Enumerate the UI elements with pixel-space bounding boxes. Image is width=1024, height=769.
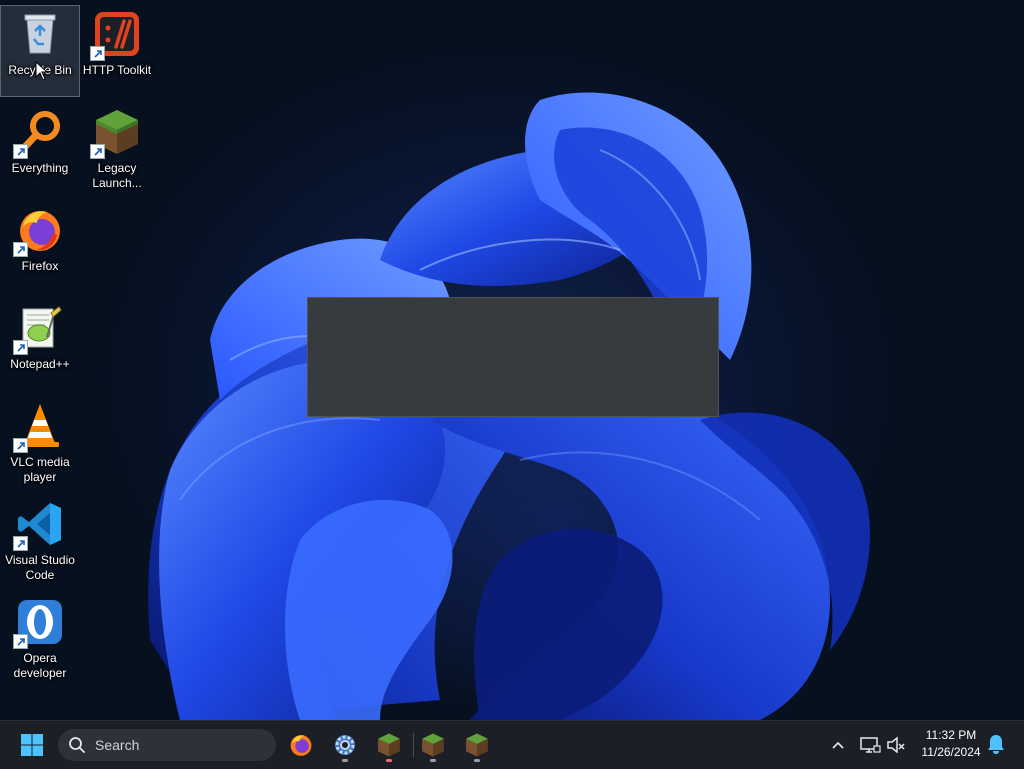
- settings-gear-icon: [335, 735, 355, 755]
- desktop-icon-vscode[interactable]: Visual Studio Code: [1, 496, 79, 586]
- desktop-icon-notepad-plus-plus[interactable]: Notepad++: [1, 300, 79, 390]
- desktop-icon-opera-developer[interactable]: Opera developer: [1, 594, 79, 684]
- desktop-icon-label: Firefox: [21, 259, 59, 273]
- shortcut-arrow-icon: [90, 144, 105, 159]
- firefox-icon: [290, 735, 312, 756]
- desktop-icon-label: Visual Studio Code: [5, 553, 75, 582]
- mouse-cursor-icon: [35, 61, 49, 81]
- clock-date: 11/26/2024: [921, 745, 981, 759]
- desktop-icon-label: VLC media player: [10, 455, 70, 484]
- clock-time: 11:32 PM: [925, 728, 977, 742]
- windows-start-icon: [21, 734, 43, 756]
- taskbar-clock[interactable]: 11:32 PM 11/26/2024: [912, 727, 990, 763]
- running-indicator: [474, 759, 480, 762]
- taskbar-settings[interactable]: [325, 725, 365, 765]
- desktop[interactable]: Recycle Bin HTTP Toolkit Everything Lega…: [0, 0, 1024, 720]
- running-indicator: [386, 759, 392, 762]
- taskbar-minecraft-2[interactable]: [413, 725, 453, 765]
- desktop-icon-vlc[interactable]: VLC media player: [1, 398, 79, 488]
- shortcut-arrow-icon: [13, 634, 28, 649]
- desktop-icon-everything[interactable]: Everything: [1, 104, 79, 194]
- desktop-icon-recycle-bin[interactable]: Recycle Bin: [0, 5, 80, 97]
- search-icon: [69, 737, 85, 753]
- desktop-icon-legacy-launcher[interactable]: Legacy Launch...: [78, 104, 156, 194]
- notification-bell-icon: [988, 735, 1004, 754]
- volume-button[interactable]: [884, 733, 908, 757]
- shortcut-arrow-icon: [13, 144, 28, 159]
- desktop-icon-label: Everything: [11, 161, 69, 175]
- search-placeholder: Search: [95, 737, 140, 753]
- shortcut-arrow-icon: [13, 242, 28, 257]
- shortcut-arrow-icon: [13, 438, 28, 453]
- running-indicator: [430, 759, 436, 762]
- taskbar-firefox[interactable]: [281, 725, 321, 765]
- taskbar-minecraft-1[interactable]: [369, 725, 409, 765]
- blank-window-panel[interactable]: [307, 297, 719, 417]
- shortcut-arrow-icon: [90, 46, 105, 61]
- desktop-icon-http-toolkit[interactable]: HTTP Toolkit: [78, 6, 156, 96]
- chevron-up-icon: [832, 741, 844, 749]
- desktop-icon-firefox[interactable]: Firefox: [1, 202, 79, 292]
- desktop-icon-label: Legacy Launch...: [92, 161, 142, 190]
- network-button[interactable]: [858, 733, 882, 757]
- taskbar-search-box[interactable]: Search: [58, 729, 276, 761]
- desktop-icon-label: Notepad++: [10, 357, 70, 371]
- minecraft-grass-block-icon: [378, 733, 400, 757]
- notification-button[interactable]: [986, 733, 1008, 757]
- network-icon: [860, 737, 881, 753]
- running-indicator: [342, 759, 348, 762]
- start-button[interactable]: [12, 725, 52, 765]
- recycle-bin-icon: [24, 14, 56, 54]
- show-hidden-icons-button[interactable]: [827, 733, 849, 757]
- volume-muted-icon: [887, 736, 905, 754]
- taskbar-minecraft-3[interactable]: [457, 725, 497, 765]
- desktop-icon-label: Opera developer: [13, 651, 67, 680]
- desktop-icon-label: HTTP Toolkit: [82, 63, 152, 77]
- shortcut-arrow-icon: [13, 340, 28, 355]
- minecraft-grass-block-icon: [422, 733, 444, 757]
- shortcut-arrow-icon: [13, 536, 28, 551]
- minecraft-grass-block-icon: [466, 733, 488, 757]
- taskbar: Search 11:32 PM 11/26/2024: [0, 720, 1024, 769]
